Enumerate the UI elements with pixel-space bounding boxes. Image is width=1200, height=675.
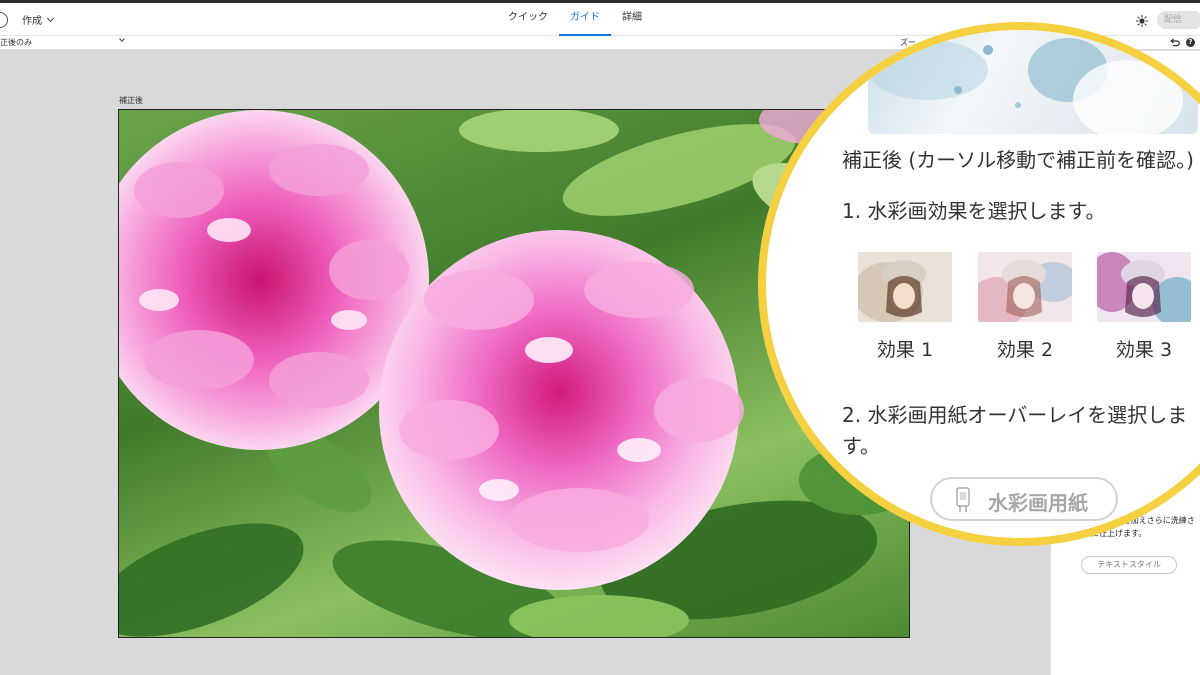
step-1-instruction: 1. 水彩画効果を選択します。 <box>842 199 1106 223</box>
watercolor-paper-label: 水彩画用紙 <box>988 491 1088 515</box>
effect-2-label: 効果 2 <box>996 339 1054 361</box>
effect-2-option[interactable]: 効果 2 <box>978 252 1072 362</box>
effect-1-thumbnail <box>858 252 952 322</box>
effect-1-option[interactable]: 効果 1 <box>858 252 952 362</box>
sun-icon[interactable] <box>1136 15 1148 27</box>
home-button[interactable] <box>0 12 8 28</box>
tab-expert[interactable]: 詳細 <box>611 3 653 36</box>
text-style-button-label: テキストスタイル <box>1097 560 1161 569</box>
effect-3-label: 効果 3 <box>1115 339 1173 361</box>
view-select-value: 正後のみ <box>0 38 32 47</box>
paper-roll-icon <box>956 487 970 512</box>
effect-3-thumbnail <box>1097 252 1191 322</box>
tab-quick[interactable]: クイック <box>497 3 559 36</box>
text-style-button[interactable]: テキストスタイル <box>1081 556 1177 574</box>
chevron-down-icon <box>46 14 55 22</box>
effect-1-label: 効果 1 <box>876 339 934 361</box>
publish-button[interactable]: 配信 <box>1157 11 1200 29</box>
chevron-down-icon <box>119 36 125 42</box>
watercolor-paper-button[interactable]: 水彩画用紙 <box>930 477 1118 521</box>
step-2-instruction: 2. 水彩画用紙オーバーレイを選択します。 <box>842 403 1188 458</box>
mode-tabs: クイック ガイド 詳細 <box>497 3 653 36</box>
photo-editor-window: 作成 クイック ガイド 詳細 配信 正後のみ ズー <box>0 0 1200 675</box>
guide-title: 補正後 (カーソル移動で補正前を確認。) <box>842 148 1194 172</box>
publish-label: 配信 <box>1164 15 1183 25</box>
tab-guided[interactable]: ガイド <box>559 3 611 36</box>
magnifier-callout: 補正後 (カーソル移動で補正前を確認。) 1. 水彩画効果を選択します。 効果 … <box>758 22 1200 546</box>
magnified-panel: 補正後 (カーソル移動で補正前を確認。) 1. 水彩画効果を選択します。 効果 … <box>766 30 1200 538</box>
effect-2-thumbnail <box>978 252 1072 322</box>
canvas-label: 補正後 <box>119 96 143 105</box>
effect-3-option[interactable]: 効果 3 <box>1097 252 1191 362</box>
create-menu-label: 作成 <box>22 16 42 27</box>
watercolor-preview-banner <box>868 30 1198 134</box>
view-select[interactable]: 正後のみ <box>0 36 128 48</box>
create-menu[interactable]: 作成 <box>22 12 55 27</box>
